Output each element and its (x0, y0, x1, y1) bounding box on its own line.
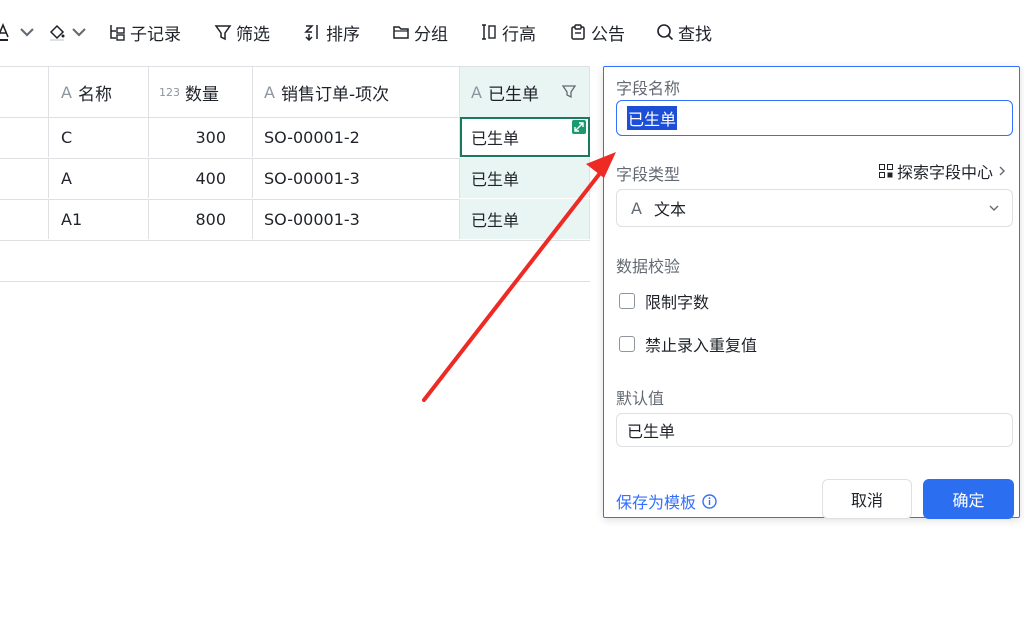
name-cell[interactable]: A (49, 158, 149, 198)
qty-cell[interactable]: 800 (149, 199, 253, 239)
expand-icon[interactable] (572, 120, 586, 134)
header-qty[interactable]: 123 数量 (149, 67, 253, 117)
filter-label: 筛选 (236, 24, 270, 45)
no-duplicates-checkbox[interactable] (619, 336, 635, 352)
cancel-button[interactable]: 取消 (822, 479, 912, 519)
find-button[interactable]: 查找 (656, 18, 712, 46)
search-icon (657, 24, 674, 41)
sort-icon (304, 25, 318, 41)
field-type-label: 字段类型 (616, 165, 681, 184)
header-order[interactable]: A 销售订单-项次 (253, 67, 460, 117)
table-row[interactable]: A1 800 SO-00001-3 已生单 (0, 199, 590, 241)
notice-label: 公告 (591, 24, 625, 45)
default-value-text: 已生单 (627, 422, 676, 441)
text-type-icon: A (631, 198, 642, 218)
validation-label: 数据校验 (616, 257, 681, 276)
default-value-input[interactable]: 已生单 (616, 413, 1013, 447)
subrecord-button[interactable]: 子记录 (108, 18, 181, 46)
number-type-icon: 123 (159, 85, 180, 99)
row-height-button[interactable]: 行高 (480, 18, 536, 46)
toolbar: 子记录 筛选 排序 分组 行高 公告 查找 (0, 0, 1024, 64)
text-type-icon: A (61, 82, 72, 102)
header-index-cell (0, 67, 49, 117)
text-color-button[interactable] (0, 18, 36, 46)
header-order-label: 销售订单-项次 (280, 84, 390, 105)
field-type-value: 文本 (653, 200, 686, 219)
chevron-down-icon (72, 28, 86, 37)
apps-icon (878, 164, 893, 178)
sort-label: 排序 (326, 24, 360, 45)
chevron-down-icon (989, 205, 999, 211)
field-name-label: 字段名称 (616, 79, 681, 98)
name-cell[interactable]: A1 (49, 199, 149, 239)
status-cell[interactable]: 已生单 (460, 158, 590, 198)
name-cell[interactable]: C (49, 117, 149, 157)
field-settings-panel: 字段名称 已生单 字段类型 探索字段中心 A 文本 数据校验 限制字数 禁止录入… (603, 66, 1020, 519)
text-color-icon (0, 23, 9, 41)
text-type-icon: A (471, 82, 482, 102)
qty-cell[interactable]: 300 (149, 117, 253, 157)
no-duplicates-label: 禁止录入重复值 (645, 336, 758, 355)
subrecord-label: 子记录 (130, 24, 181, 45)
group-button[interactable]: 分组 (392, 18, 448, 46)
table-row[interactable]: C 300 SO-00001-2 已生单 (0, 117, 590, 159)
paint-bucket-icon (49, 24, 65, 41)
header-status[interactable]: A 已生单 (460, 67, 590, 117)
fill-color-button[interactable] (48, 18, 88, 46)
order-cell[interactable]: SO-00001-3 (253, 199, 460, 239)
qty-cell[interactable]: 400 (149, 158, 253, 198)
explore-label: 探索字段中心 (896, 163, 993, 182)
field-name-value: 已生单 (627, 106, 678, 130)
save-template-label: 保存为模板 (616, 493, 697, 512)
table-header-row: A 名称 123 数量 A 销售订单-项次 A 已生单 (0, 66, 590, 118)
header-name[interactable]: A 名称 (49, 67, 149, 117)
confirm-button[interactable]: 确定 (923, 479, 1014, 519)
folder-icon (393, 26, 409, 39)
no-duplicates-option[interactable]: 禁止录入重复值 (619, 332, 757, 356)
status-cell[interactable]: 已生单 (460, 199, 590, 239)
group-label: 分组 (414, 24, 448, 45)
order-cell[interactable]: SO-00001-2 (253, 117, 460, 157)
status-cell-selected[interactable]: 已生单 (460, 117, 590, 157)
chevron-down-icon (20, 28, 34, 37)
status-cell-text: 已生单 (471, 129, 520, 148)
filter-button[interactable]: 筛选 (214, 18, 270, 46)
header-status-label: 已生单 (487, 84, 539, 105)
notice-button[interactable]: 公告 (569, 18, 625, 46)
clipboard-icon (571, 24, 585, 40)
filter-icon[interactable] (561, 83, 577, 99)
header-name-label: 名称 (77, 84, 112, 105)
header-qty-label: 数量 (185, 84, 219, 105)
limit-chars-label: 限制字数 (645, 293, 710, 312)
text-type-icon: A (264, 82, 275, 102)
order-cell[interactable]: SO-00001-3 (253, 158, 460, 198)
row-index-cell (0, 199, 49, 239)
table-row[interactable]: A 400 SO-00001-3 已生单 (0, 158, 590, 200)
default-value-label: 默认值 (616, 389, 665, 408)
row-height-icon (482, 24, 496, 40)
info-icon (702, 493, 717, 509)
chevron-right-icon (999, 166, 1005, 176)
add-row[interactable] (0, 240, 590, 282)
explore-field-center-link[interactable]: 探索字段中心 (878, 159, 1007, 183)
row-index-cell (0, 117, 49, 157)
row-height-label: 行高 (502, 24, 536, 45)
find-label: 查找 (678, 24, 712, 45)
limit-chars-checkbox[interactable] (619, 293, 635, 309)
field-type-select[interactable]: A 文本 (616, 189, 1013, 227)
save-template-link[interactable]: 保存为模板 (616, 489, 717, 513)
subrecord-icon (110, 25, 125, 41)
row-index-cell (0, 158, 49, 198)
sort-button[interactable]: 排序 (304, 18, 360, 46)
field-name-input[interactable]: 已生单 (616, 100, 1013, 136)
limit-chars-option[interactable]: 限制字数 (619, 289, 709, 313)
filter-icon (214, 25, 232, 41)
